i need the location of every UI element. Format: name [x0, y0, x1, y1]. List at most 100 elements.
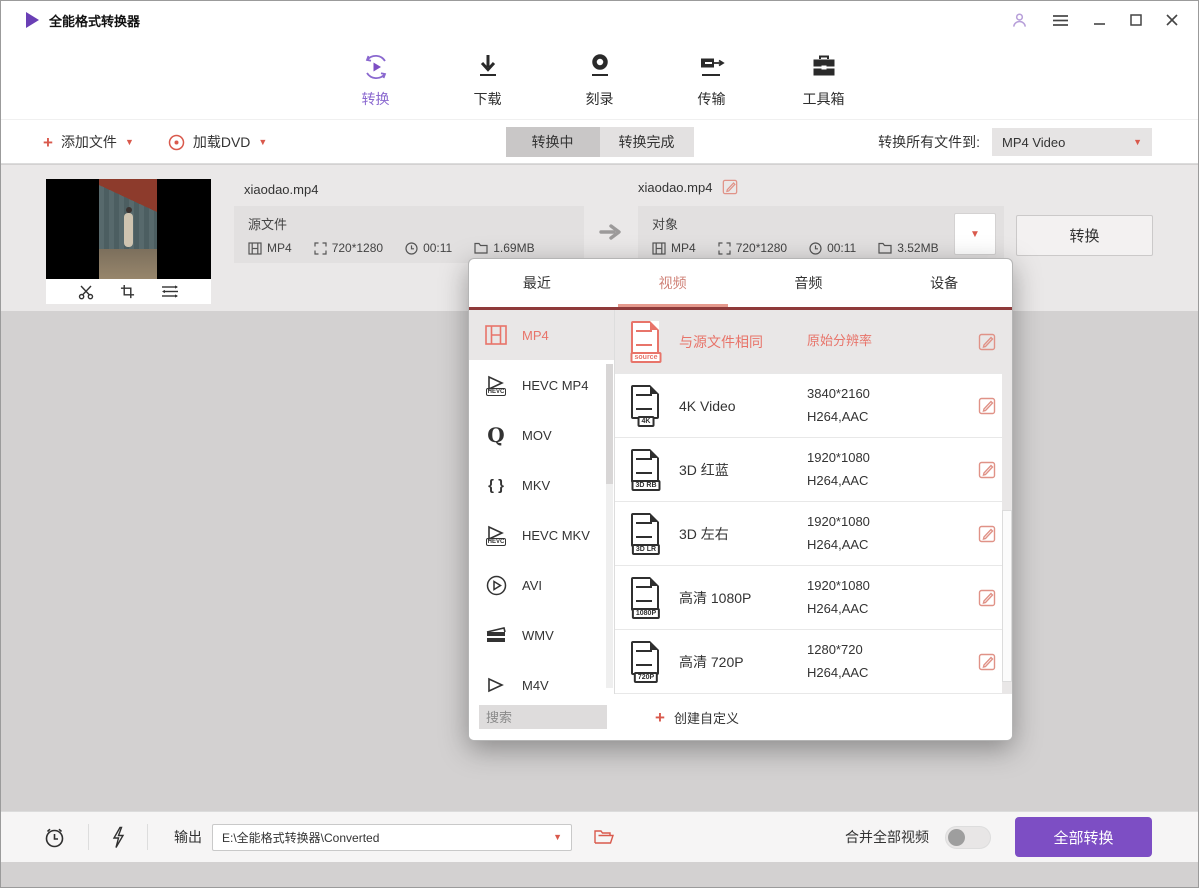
edit-icon	[722, 179, 738, 195]
format-item-mov[interactable]: Q MOV	[469, 410, 614, 460]
preset-popup-footer: + 创建自定义	[469, 694, 1012, 740]
convert-icon	[361, 51, 391, 83]
schedule-button[interactable]	[43, 826, 66, 849]
format-item-mp4[interactable]: MP4	[469, 310, 614, 360]
open-output-folder-button[interactable]	[594, 829, 614, 845]
source-panel: 源文件 MP4 720*1280 00:11 1.69MB	[234, 206, 584, 263]
nav-tab-transfer[interactable]: 传输	[671, 51, 753, 119]
scissors-icon	[78, 284, 94, 300]
preset-row-3d-rb[interactable]: 3D RB 3D 红蓝 1920*1080H264,AAC	[615, 438, 1012, 502]
clapperboard-icon	[482, 626, 510, 644]
preset-file-icon: 720P	[629, 641, 663, 683]
app-window: 全能格式转换器	[0, 0, 1199, 888]
high-speed-button[interactable]	[111, 826, 125, 849]
sliders-icon	[161, 284, 179, 299]
preset-row-same-as-source[interactable]: source 与源文件相同 原始分辨率	[615, 310, 1012, 374]
chevron-down-icon: ▼	[258, 137, 267, 147]
preset-dropdown-button[interactable]: ▼	[954, 213, 996, 255]
format-item-mkv[interactable]: { } MKV	[469, 460, 614, 510]
app-logo-icon	[26, 12, 39, 28]
close-icon	[1166, 14, 1178, 26]
tab-video[interactable]: 视频	[605, 259, 741, 307]
add-file-button[interactable]: + 添加文件 ▼	[43, 132, 134, 152]
effects-button[interactable]	[161, 284, 179, 299]
search-input[interactable]	[479, 705, 607, 729]
main-nav: 转换 下载 刻录 传输	[1, 39, 1198, 119]
edit-preset-button[interactable]	[978, 397, 996, 415]
folder-open-icon	[594, 829, 614, 845]
preset-row-1080p[interactable]: 1080P 高清 1080P 1920*1080H264,AAC	[615, 566, 1012, 630]
target-panel: 对象 MP4 720*1280 00:11 3.52MB ▼	[638, 206, 1004, 263]
convert-row-button[interactable]: 转换	[1016, 215, 1153, 256]
folder-icon	[474, 242, 488, 254]
hevc-play-icon: HEVC	[482, 375, 510, 396]
format-item-wmv[interactable]: WMV	[469, 610, 614, 660]
tab-device[interactable]: 设备	[876, 259, 1012, 307]
format-item-hevc-mp4[interactable]: HEVC HEVC MP4	[469, 360, 614, 410]
rename-button[interactable]	[722, 179, 738, 195]
merge-videos-toggle[interactable]	[945, 826, 991, 849]
format-list-scrollbar[interactable]	[606, 364, 613, 688]
create-custom-button[interactable]: + 创建自定义	[655, 708, 739, 727]
edit-preset-button[interactable]	[978, 653, 996, 671]
nav-tab-convert[interactable]: 转换	[335, 51, 417, 119]
source-format: MP4	[267, 241, 292, 255]
target-resolution: 720*1280	[736, 241, 787, 255]
tab-recent[interactable]: 最近	[469, 259, 605, 307]
hamburger-icon	[1052, 14, 1069, 27]
preset-file-icon: 1080P	[629, 577, 663, 619]
download-icon	[475, 51, 501, 83]
resolution-icon	[314, 242, 327, 255]
divider	[88, 824, 89, 850]
clock-icon	[809, 242, 822, 255]
preset-row-3d-lr[interactable]: 3D LR 3D 左右 1920*1080H264,AAC	[615, 502, 1012, 566]
tab-finished[interactable]: 转换完成	[600, 127, 694, 157]
source-label: 源文件	[248, 214, 570, 233]
preset-list: source 与源文件相同 原始分辨率 4K 4K Video 3840*216…	[615, 310, 1012, 694]
maximize-button[interactable]	[1128, 12, 1144, 28]
edit-preset-button[interactable]	[978, 333, 996, 351]
nav-tab-toolbox[interactable]: 工具箱	[783, 51, 865, 119]
format-item-hevc-mkv[interactable]: HEVC HEVC MKV	[469, 510, 614, 560]
trim-button[interactable]	[78, 284, 94, 300]
convert-all-button[interactable]: 全部转换	[1015, 817, 1152, 857]
tab-converting[interactable]: 转换中	[506, 127, 600, 157]
preset-file-icon: 3D LR	[629, 513, 663, 555]
format-item-m4v[interactable]: M4V	[469, 660, 614, 694]
tab-audio[interactable]: 音频	[741, 259, 877, 307]
minimize-button[interactable]	[1091, 12, 1108, 28]
output-format-select[interactable]: MP4 Video ▼	[992, 128, 1152, 156]
crop-button[interactable]	[120, 284, 135, 299]
account-button[interactable]	[1009, 10, 1030, 31]
titlebar: 全能格式转换器	[1, 1, 1198, 39]
quicktime-icon: Q	[482, 425, 510, 445]
preset-file-icon: source	[629, 321, 663, 363]
load-dvd-button[interactable]: 加载DVD ▼	[168, 132, 267, 152]
nav-tab-download[interactable]: 下载	[447, 51, 529, 119]
preset-file-icon: 3D RB	[629, 449, 663, 491]
menu-button[interactable]	[1050, 12, 1071, 29]
source-size: 1.69MB	[493, 241, 534, 255]
preset-file-icon: 4K	[629, 385, 663, 427]
chevron-down-icon: ▼	[125, 137, 134, 147]
nav-tab-burn[interactable]: 刻录	[559, 51, 641, 119]
minimize-icon	[1093, 14, 1106, 26]
transfer-icon	[698, 51, 726, 83]
alarm-clock-icon	[43, 826, 66, 849]
format-item-avi[interactable]: AVI	[469, 560, 614, 610]
output-path-select[interactable]: E:\全能格式转换器\Converted ▼	[212, 824, 572, 851]
preset-row-720p[interactable]: 720P 高清 720P 1280*720H264,AAC	[615, 630, 1012, 694]
user-icon	[1011, 12, 1028, 29]
source-resolution: 720*1280	[332, 241, 383, 255]
film-icon	[248, 242, 262, 255]
target-size: 3.52MB	[897, 241, 938, 255]
video-thumbnail	[46, 179, 211, 279]
edit-preset-button[interactable]	[978, 589, 996, 607]
hevc-play-icon: HEVC	[482, 525, 510, 546]
edit-preset-button[interactable]	[978, 525, 996, 543]
output-label: 输出	[174, 827, 202, 847]
preset-row-4k[interactable]: 4K 4K Video 3840*2160H264,AAC	[615, 374, 1012, 438]
edit-preset-button[interactable]	[978, 461, 996, 479]
preset-list-scrollbar[interactable]	[1002, 310, 1012, 694]
close-button[interactable]	[1164, 12, 1180, 28]
